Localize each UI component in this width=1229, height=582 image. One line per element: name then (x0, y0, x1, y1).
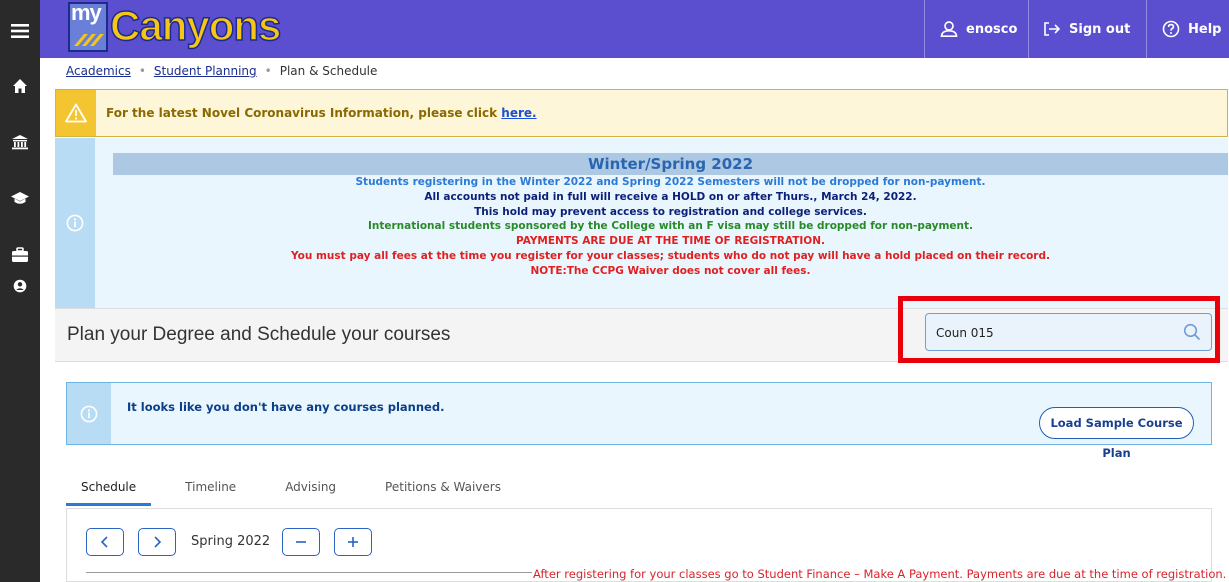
breadcrumb: Academics • Student Planning • Plan & Sc… (66, 64, 377, 78)
payment-note: After registering for your classes go to… (533, 567, 1227, 581)
tab-petitions-waivers[interactable]: Petitions & Waivers (385, 478, 516, 506)
header-divider (924, 0, 925, 58)
covid-alert-text: For the latest Novel Coronavirus Informa… (106, 106, 537, 120)
graduation-cap-icon[interactable] (0, 178, 40, 218)
home-icon[interactable] (0, 66, 40, 106)
note-divider (86, 572, 532, 573)
menu-icon[interactable] (0, 11, 40, 51)
warning-icon (56, 90, 96, 136)
logo-prefix: my (71, 0, 102, 25)
add-term-button[interactable] (334, 528, 372, 556)
chevron-left-icon (100, 536, 108, 548)
no-courses-alert: It looks like you don't have any courses… (66, 382, 1212, 460)
sign-out-icon (1044, 22, 1061, 36)
page-title: Plan your Degree and Schedule your cours… (67, 324, 451, 345)
chevron-right-icon (154, 536, 162, 548)
course-search-box[interactable] (925, 313, 1212, 351)
covid-link[interactable]: here. (501, 106, 536, 120)
top-header: my Canyons enosco Sign out Help (40, 0, 1229, 58)
winter-line: PAYMENTS ARE DUE AT THE TIME OF REGISTRA… (515, 235, 826, 248)
help-icon (1162, 20, 1180, 38)
user-circle-icon[interactable] (0, 266, 40, 306)
info-icon (67, 383, 111, 444)
course-search-input[interactable] (936, 323, 1176, 343)
user-menu-button[interactable]: enosco (940, 0, 1017, 58)
winter-line: All accounts not paid in full will recei… (424, 190, 917, 203)
minus-icon (296, 541, 306, 543)
tab-schedule[interactable]: Schedule (66, 478, 152, 506)
remove-term-button[interactable] (282, 528, 320, 556)
mycanyons-logo[interactable]: my Canyons (68, 0, 282, 56)
no-courses-text: It looks like you don't have any courses… (127, 400, 445, 414)
help-label: Help (1188, 21, 1222, 37)
logo-word: Canyons (109, 1, 282, 50)
winter-line: You must pay all fees at the time you re… (291, 249, 1050, 262)
sign-out-button[interactable]: Sign out (1043, 0, 1130, 58)
winter-line: This hold may prevent access to registra… (474, 205, 867, 218)
help-button[interactable]: Help (1162, 0, 1221, 58)
breadcrumb-separator: • (138, 64, 146, 78)
tab-bar: Schedule Timeline Advising Petitions & W… (66, 478, 550, 508)
sign-out-label: Sign out (1069, 21, 1131, 37)
breadcrumb-student-planning[interactable]: Student Planning (154, 64, 257, 78)
next-term-button[interactable] (138, 528, 176, 556)
logo-stripes-icon (74, 34, 104, 46)
left-sidebar (0, 0, 40, 582)
winter-spring-alert: Winter/Spring 2022 Students registering … (55, 138, 1228, 308)
winter-spring-notice: Winter/Spring 2022 Students registering … (113, 153, 1228, 311)
term-label: Spring 2022 (191, 534, 271, 549)
load-sample-course-plan-button[interactable]: Load Sample Course Plan (1039, 407, 1194, 460)
search-icon[interactable] (1183, 323, 1201, 341)
breadcrumb-separator: • (264, 64, 272, 78)
covid-alert: For the latest Novel Coronavirus Informa… (55, 89, 1228, 137)
tab-timeline[interactable]: Timeline (185, 478, 251, 506)
info-icon (55, 138, 95, 308)
user-icon (940, 21, 958, 37)
covid-text: For the latest Novel Coronavirus Informa… (106, 106, 502, 120)
header-divider (1028, 0, 1029, 58)
bank-icon[interactable] (0, 122, 40, 162)
winter-line: International students sponsored by the … (367, 220, 974, 233)
winter-line: NOTE:The CCPG Waiver does not cover all … (530, 264, 811, 277)
previous-term-button[interactable] (86, 528, 124, 556)
tab-advising[interactable]: Advising (285, 478, 351, 506)
plus-icon (348, 537, 358, 547)
user-name: enosco (966, 21, 1018, 37)
header-divider (1146, 0, 1147, 58)
winter-spring-title: Winter/Spring 2022 (113, 153, 1228, 175)
logo-mark: my (68, 0, 108, 52)
breadcrumb-academics[interactable]: Academics (66, 64, 131, 78)
winter-line: Students registering in the Winter 2022 … (355, 176, 986, 188)
breadcrumb-current: Plan & Schedule (279, 64, 378, 78)
